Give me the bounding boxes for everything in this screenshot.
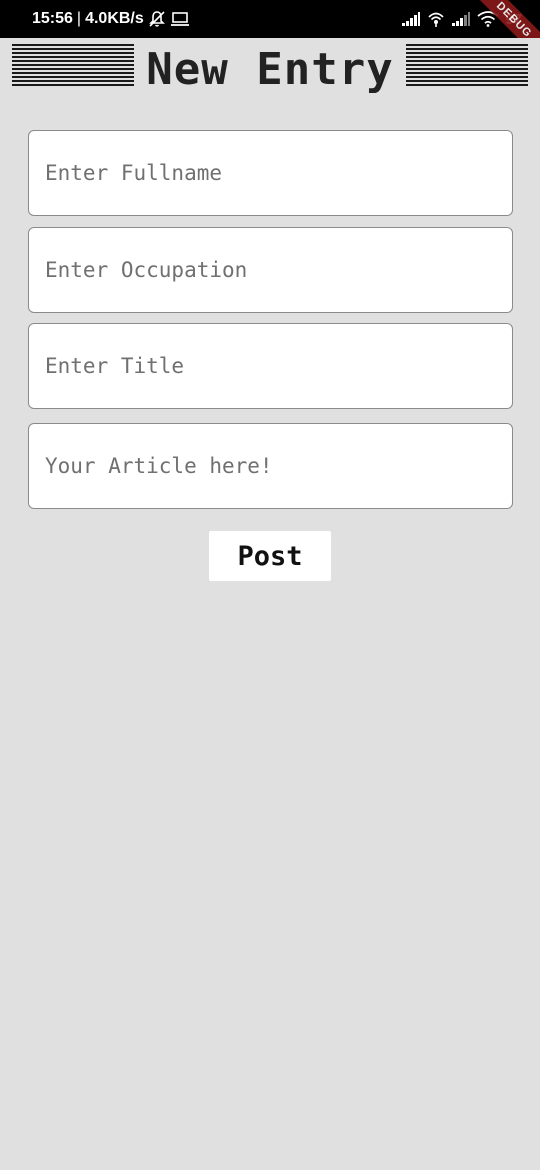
header-lines-left xyxy=(12,44,134,88)
post-button[interactable]: Post xyxy=(209,531,331,581)
signal-icon xyxy=(401,11,421,27)
app-header: New Entry xyxy=(0,38,540,100)
notifications-off-icon xyxy=(148,10,166,28)
status-bar: 15:56 | 4.0KB/s 97 DEBUG xyxy=(0,0,540,38)
occupation-field[interactable] xyxy=(28,227,513,313)
fullname-input[interactable] xyxy=(45,161,512,185)
page-title: New Entry xyxy=(146,44,394,95)
clock: 15:56 xyxy=(32,10,73,27)
title-input[interactable] xyxy=(45,354,512,378)
title-field[interactable] xyxy=(28,323,513,409)
status-separator: | xyxy=(76,10,82,27)
article-input[interactable] xyxy=(45,454,512,478)
header-lines-right xyxy=(406,44,528,88)
network-speed: 4.0KB/s xyxy=(85,10,144,27)
hotspot-icon xyxy=(427,10,445,28)
laptop-icon xyxy=(170,11,190,27)
occupation-input[interactable] xyxy=(45,258,512,282)
signal-icon-2 xyxy=(451,11,471,27)
article-field[interactable] xyxy=(28,423,513,509)
fullname-field[interactable] xyxy=(28,130,513,216)
status-left: 15:56 | 4.0KB/s xyxy=(32,10,190,28)
